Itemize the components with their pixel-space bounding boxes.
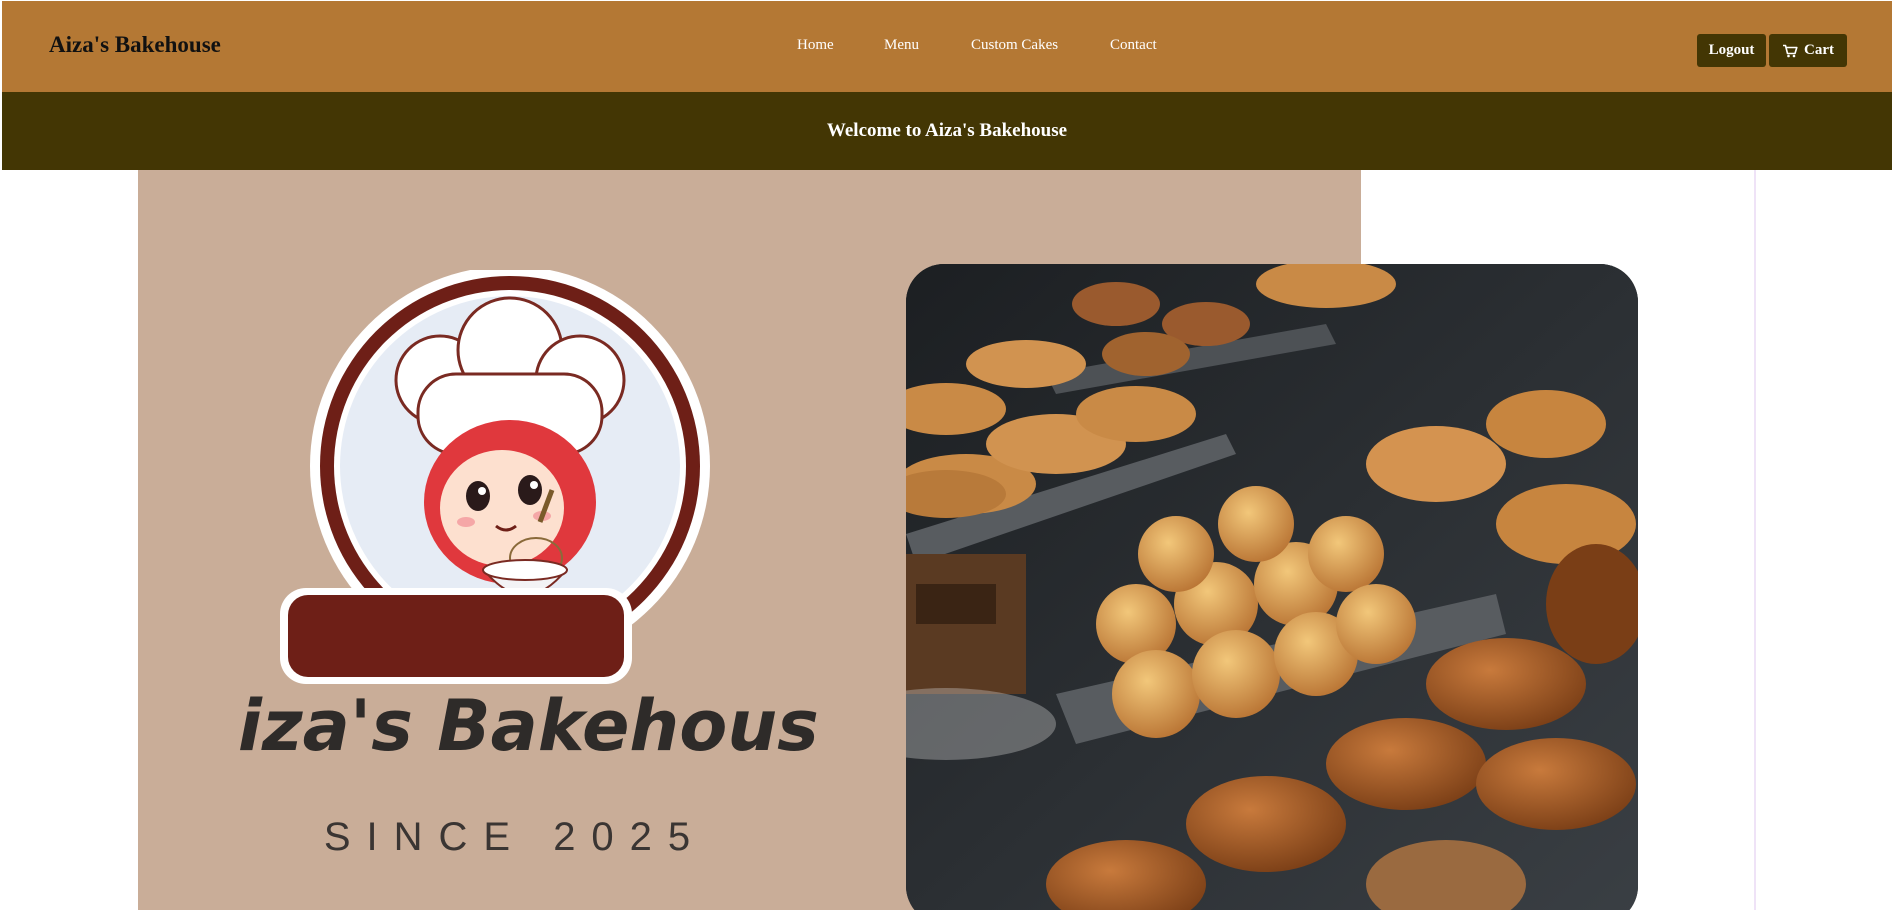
- nav-custom-cakes-link[interactable]: Custom Cakes: [971, 37, 1058, 54]
- bakehouse-logo: Aiza's Bakehouse SINCE 2025: [240, 270, 820, 859]
- welcome-text: Welcome to Aiza's Bakehouse: [826, 120, 1068, 141]
- logout-button[interactable]: Logout: [1697, 34, 1766, 67]
- welcome-banner: Welcome to Aiza's Bakehouse: [2, 92, 1892, 170]
- page: Aiza's Bakehouse Home Menu Custom Cakes …: [0, 0, 1894, 910]
- hero-divider-line: [1754, 170, 1756, 910]
- pastry-display-photo: [906, 264, 1638, 910]
- cart-icon: [1783, 44, 1798, 57]
- logo-title-text: Aiza's Bakehouse: [240, 685, 820, 767]
- nav-contact-link[interactable]: Contact: [1110, 37, 1157, 54]
- top-navbar: Aiza's Bakehouse Home Menu Custom Cakes …: [2, 1, 1892, 92]
- main-nav: Home Menu Custom Cakes Contact: [2, 37, 1892, 61]
- cart-label: Cart: [1804, 42, 1834, 58]
- logout-label: Logout: [1708, 42, 1755, 58]
- nav-menu-link[interactable]: Menu: [884, 37, 919, 54]
- pastry-photo-icon: [906, 264, 1638, 910]
- logo-since-text: SINCE 2025: [324, 815, 706, 859]
- cart-button[interactable]: Cart: [1769, 34, 1847, 67]
- nav-home-link[interactable]: Home: [797, 37, 834, 54]
